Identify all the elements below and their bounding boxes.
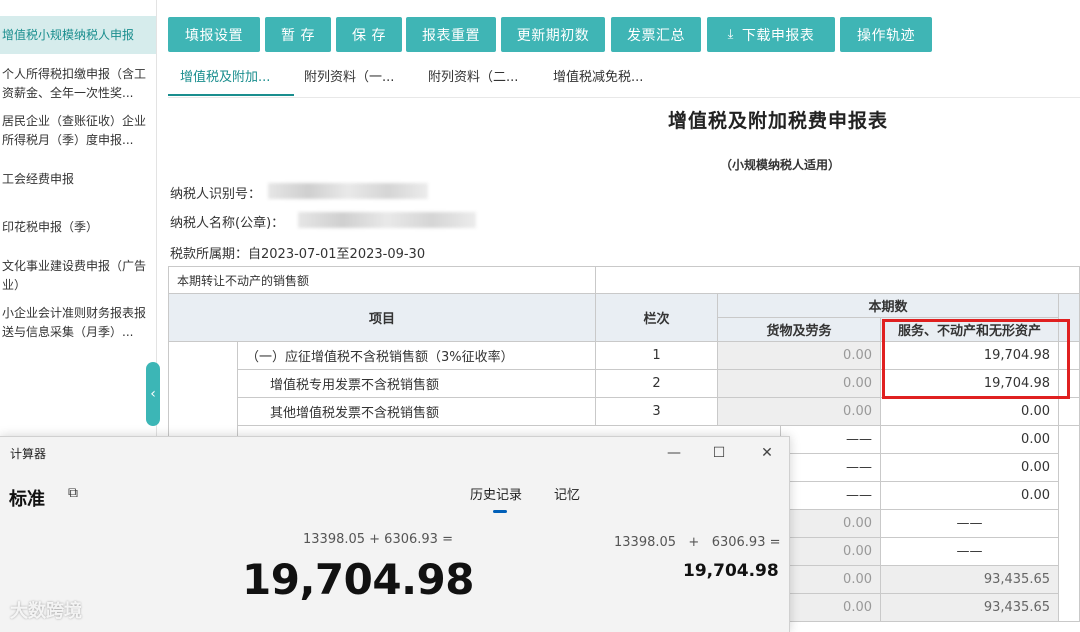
reset-form-button[interactable]: 报表重置: [406, 17, 496, 52]
calculator-window: 计算器 — ☐ ✕ 标准 ⧉ 历史记录 记忆 13398.05 + 6306.9…: [0, 436, 790, 632]
sidebar-item-label: 个人所得税扣缴申报（含工资薪金、全年一次性奖...: [2, 67, 147, 100]
button-label: 报表重置: [422, 27, 480, 44]
sidebar-item-cit-quarterly[interactable]: 居民企业（查账征收）企业所得税月（季）度申报...: [0, 112, 156, 150]
row-group-cell: [168, 341, 238, 437]
button-label: 操作轨迹: [857, 27, 915, 44]
button-label: 下载申报表: [741, 27, 815, 44]
sidebar-item-financial-report[interactable]: 小企业会计准则财务报表报送与信息采集（月季）...: [0, 304, 156, 342]
row-2-goods[interactable]: 0.00: [717, 369, 881, 398]
rows-overflow-column: [1058, 425, 1080, 622]
watermark: 大数跨境: [10, 601, 82, 622]
row-8-services: ——: [880, 537, 1059, 566]
minimize-icon[interactable]: —: [664, 443, 684, 463]
invoice-summary-button[interactable]: 发票汇总: [611, 17, 701, 52]
form-subtitle: （小规模纳税人适用）: [720, 158, 841, 172]
redacted-taxpayer-id: [268, 183, 428, 199]
tab-memory[interactable]: 记忆: [554, 484, 580, 503]
row-8-goods[interactable]: 0.00: [780, 537, 881, 566]
form-tabs: 增值税及附加... 附列资料（一... 附列资料（二... 增值税减免税...: [168, 60, 1080, 98]
highlight-annotation: [882, 319, 1070, 399]
button-label: 暂 存: [281, 27, 315, 44]
download-icon: ⤓: [727, 27, 734, 42]
row-5-goods: ——: [780, 453, 881, 482]
sidebar-item-label: 工会经费申报: [2, 172, 75, 186]
button-label: 发票汇总: [627, 27, 685, 44]
row-4-goods: ——: [780, 425, 881, 454]
header-current-period: 本期数: [717, 293, 1059, 318]
row-1-item: （一）应征增值税不含税销售额（3%征收率）: [237, 341, 596, 370]
row-10-goods[interactable]: 0.00: [780, 593, 881, 622]
taxpayer-id-label: 纳税人识别号：: [170, 187, 262, 202]
row-2-no: 2: [595, 369, 718, 398]
temp-save-button[interactable]: 暂 存: [265, 17, 331, 52]
calculator-mode[interactable]: 标准: [9, 485, 45, 511]
download-form-button[interactable]: ⤓ 下载申报表: [707, 17, 835, 52]
tab-vat-relief[interactable]: 增值税减免税...: [553, 66, 643, 96]
tab-label: 增值税减免税...: [553, 70, 644, 85]
chevron-left-icon: ‹: [150, 386, 156, 402]
button-label: 更新期初数: [516, 27, 590, 44]
row-3-goods[interactable]: 0.00: [717, 397, 881, 426]
tab-label: 附列资料（一...: [304, 70, 395, 85]
row-9-services[interactable]: 93,435.65: [880, 565, 1059, 594]
row-3-overflow: [1058, 397, 1080, 426]
row-2-item: 增值税专用发票不含税销售额: [237, 369, 596, 398]
sidebar-item-label: 增值税小规模纳税人申报: [2, 27, 135, 42]
save-button[interactable]: 保 存: [336, 17, 402, 52]
taxpayer-name-label: 纳税人名称(公章)：: [170, 216, 285, 231]
sidebar-item-vat-small-scale[interactable]: 增值税小规模纳税人申报: [0, 16, 156, 54]
row-7-services: ——: [880, 509, 1059, 538]
button-label: 保 存: [352, 27, 386, 44]
calculator-expression: 13398.05 + 6306.93 =: [303, 532, 453, 547]
redacted-taxpayer-name: [298, 212, 476, 228]
calculator-result: 19,704.98: [242, 555, 474, 604]
sidebar-item-union-fee[interactable]: 工会经费申报: [0, 170, 156, 190]
tab-label: 附列资料（二...: [428, 70, 519, 85]
sidebar-item-stamp-duty[interactable]: 印花税申报（季）: [0, 218, 156, 238]
row-6-goods: ——: [780, 481, 881, 510]
tab-vat-main[interactable]: 增值税及附加...: [168, 66, 294, 96]
row-6-services[interactable]: 0.00: [880, 481, 1059, 510]
sidebar-item-culture-fee[interactable]: 文化事业建设费申报（广告业）: [0, 257, 156, 295]
row-10-services[interactable]: 93,435.65: [880, 593, 1059, 622]
fill-settings-button[interactable]: 填报设置: [168, 17, 260, 52]
row-3-item: 其他增值税发票不含税销售额: [237, 397, 596, 426]
operation-log-button[interactable]: 操作轨迹: [840, 17, 932, 52]
sidebar-item-label: 印花税申报（季）: [2, 220, 99, 234]
tab-schedule-2[interactable]: 附列资料（二...: [428, 66, 518, 96]
tab-history[interactable]: 历史记录: [470, 484, 522, 503]
tax-period: 税款所属期：自2023-07-01至2023-09-30: [170, 247, 426, 262]
sidebar-item-iit-withholding[interactable]: 个人所得税扣缴申报（含工资薪金、全年一次性奖...: [0, 65, 156, 103]
close-icon[interactable]: ✕: [757, 443, 777, 463]
keep-on-top-icon[interactable]: ⧉: [68, 485, 78, 501]
maximize-icon[interactable]: ☐: [709, 443, 729, 463]
row-1-goods[interactable]: 0.00: [717, 341, 881, 370]
tab-schedule-1[interactable]: 附列资料（一...: [304, 66, 394, 96]
sidebar-item-label: 小企业会计准则财务报表报送与信息采集（月季）...: [2, 306, 147, 339]
row-3-no: 3: [595, 397, 718, 426]
row-9-goods[interactable]: 0.00: [780, 565, 881, 594]
button-label: 填报设置: [185, 27, 243, 44]
row-3-services[interactable]: 0.00: [880, 397, 1059, 426]
row-1-no: 1: [595, 341, 718, 370]
active-tab-indicator: [493, 510, 507, 513]
row-5-services[interactable]: 0.00: [880, 453, 1059, 482]
header-column-no: 栏次: [595, 293, 718, 342]
history-result[interactable]: 19,704.98: [683, 561, 779, 581]
calculator-title: 计算器: [10, 447, 47, 461]
sidebar: 增值税小规模纳税人申报 个人所得税扣缴申报（含工资薪金、全年一次性奖... 居民…: [0, 0, 157, 440]
header-spacer: [595, 266, 1080, 294]
tab-label: 增值税及附加...: [180, 70, 271, 85]
transfer-real-estate-label: 本期转让不动产的销售额: [168, 266, 596, 294]
header-goods-services: 货物及劳务: [717, 317, 881, 342]
update-opening-button[interactable]: 更新期初数: [501, 17, 605, 52]
sidebar-item-label: 居民企业（查账征收）企业所得税月（季）度申报...: [2, 114, 147, 147]
history-expression[interactable]: 13398.05 + 6306.93 =: [614, 535, 781, 550]
sidebar-collapse-button[interactable]: ‹: [146, 362, 160, 426]
row-7-goods[interactable]: 0.00: [780, 509, 881, 538]
form-title: 增值税及附加税费申报表: [668, 110, 889, 132]
sidebar-item-label: 文化事业建设费申报（广告业）: [2, 259, 147, 292]
header-item: 项目: [168, 293, 596, 342]
row-4-services[interactable]: 0.00: [880, 425, 1059, 454]
